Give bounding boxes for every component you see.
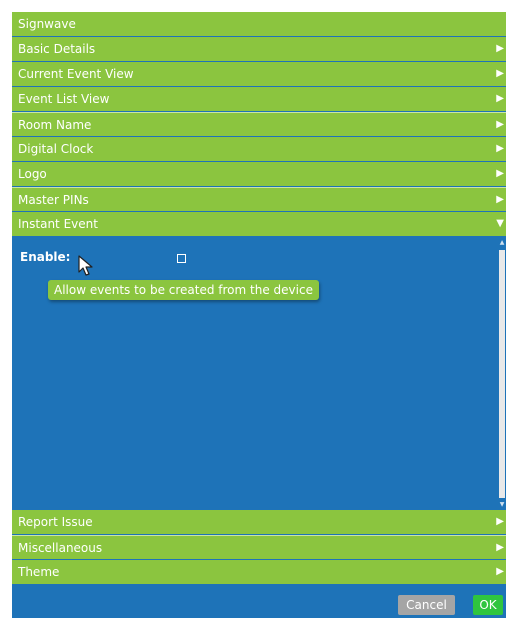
enable-tooltip: Allow events to be created from the devi…: [48, 280, 319, 300]
signwave-dialog: Signwave Basic Details ▶ Current Event V…: [12, 12, 506, 618]
triangle-right-icon: ▶: [496, 194, 504, 205]
section-label: Event List View: [18, 92, 110, 106]
section-logo[interactable]: Logo ▶: [12, 162, 506, 186]
triangle-right-icon: ▶: [496, 542, 504, 553]
instant-event-panel: Enable: Allow events to be created from …: [12, 238, 506, 510]
scroll-up-icon[interactable]: ▲: [498, 238, 506, 248]
section-label: Digital Clock: [18, 142, 94, 156]
triangle-right-icon: ▶: [496, 68, 504, 79]
section-basic-details[interactable]: Basic Details ▶: [12, 37, 506, 61]
triangle-down-icon: ▼: [496, 218, 504, 229]
triangle-right-icon: ▶: [496, 93, 504, 104]
section-label: Report Issue: [18, 515, 93, 529]
section-label: Basic Details: [18, 42, 96, 56]
section-event-list-view[interactable]: Event List View ▶: [12, 87, 506, 111]
cancel-button[interactable]: Cancel: [398, 595, 455, 615]
ok-button[interactable]: OK: [473, 595, 503, 615]
mouse-pointer-icon: [78, 255, 93, 276]
triangle-right-icon: ▶: [496, 43, 504, 54]
section-current-event-view[interactable]: Current Event View ▶: [12, 62, 506, 86]
section-label: Current Event View: [18, 67, 134, 81]
triangle-right-icon: ▶: [496, 516, 504, 527]
section-room-name[interactable]: Room Name ▶: [12, 112, 506, 136]
triangle-right-icon: ▶: [496, 119, 504, 130]
enable-label: Enable:: [20, 250, 71, 264]
dialog-footer: Cancel OK: [12, 588, 506, 618]
enable-checkbox[interactable]: [177, 254, 186, 263]
section-label: Instant Event: [18, 217, 98, 231]
section-report-issue[interactable]: Report Issue ▶: [12, 510, 506, 534]
section-label: Theme: [18, 565, 60, 579]
section-digital-clock[interactable]: Digital Clock ▶: [12, 137, 506, 161]
triangle-right-icon: ▶: [496, 143, 504, 154]
scroll-down-icon[interactable]: ▼: [498, 500, 506, 510]
section-label: Miscellaneous: [18, 541, 103, 555]
section-master-pins[interactable]: Master PINs ▶: [12, 187, 506, 211]
dialog-title: Signwave: [12, 12, 506, 36]
section-label: Logo: [18, 167, 47, 181]
triangle-right-icon: ▶: [496, 566, 504, 577]
section-instant-event[interactable]: Instant Event ▼: [12, 212, 506, 236]
section-miscellaneous[interactable]: Miscellaneous ▶: [12, 535, 506, 559]
panel-scrollbar[interactable]: ▲ ▼: [498, 238, 506, 510]
triangle-right-icon: ▶: [496, 168, 504, 179]
section-label: Master PINs: [18, 193, 89, 207]
section-theme[interactable]: Theme ▶: [12, 560, 506, 584]
scroll-thumb[interactable]: [499, 250, 505, 498]
section-label: Room Name: [18, 118, 92, 132]
